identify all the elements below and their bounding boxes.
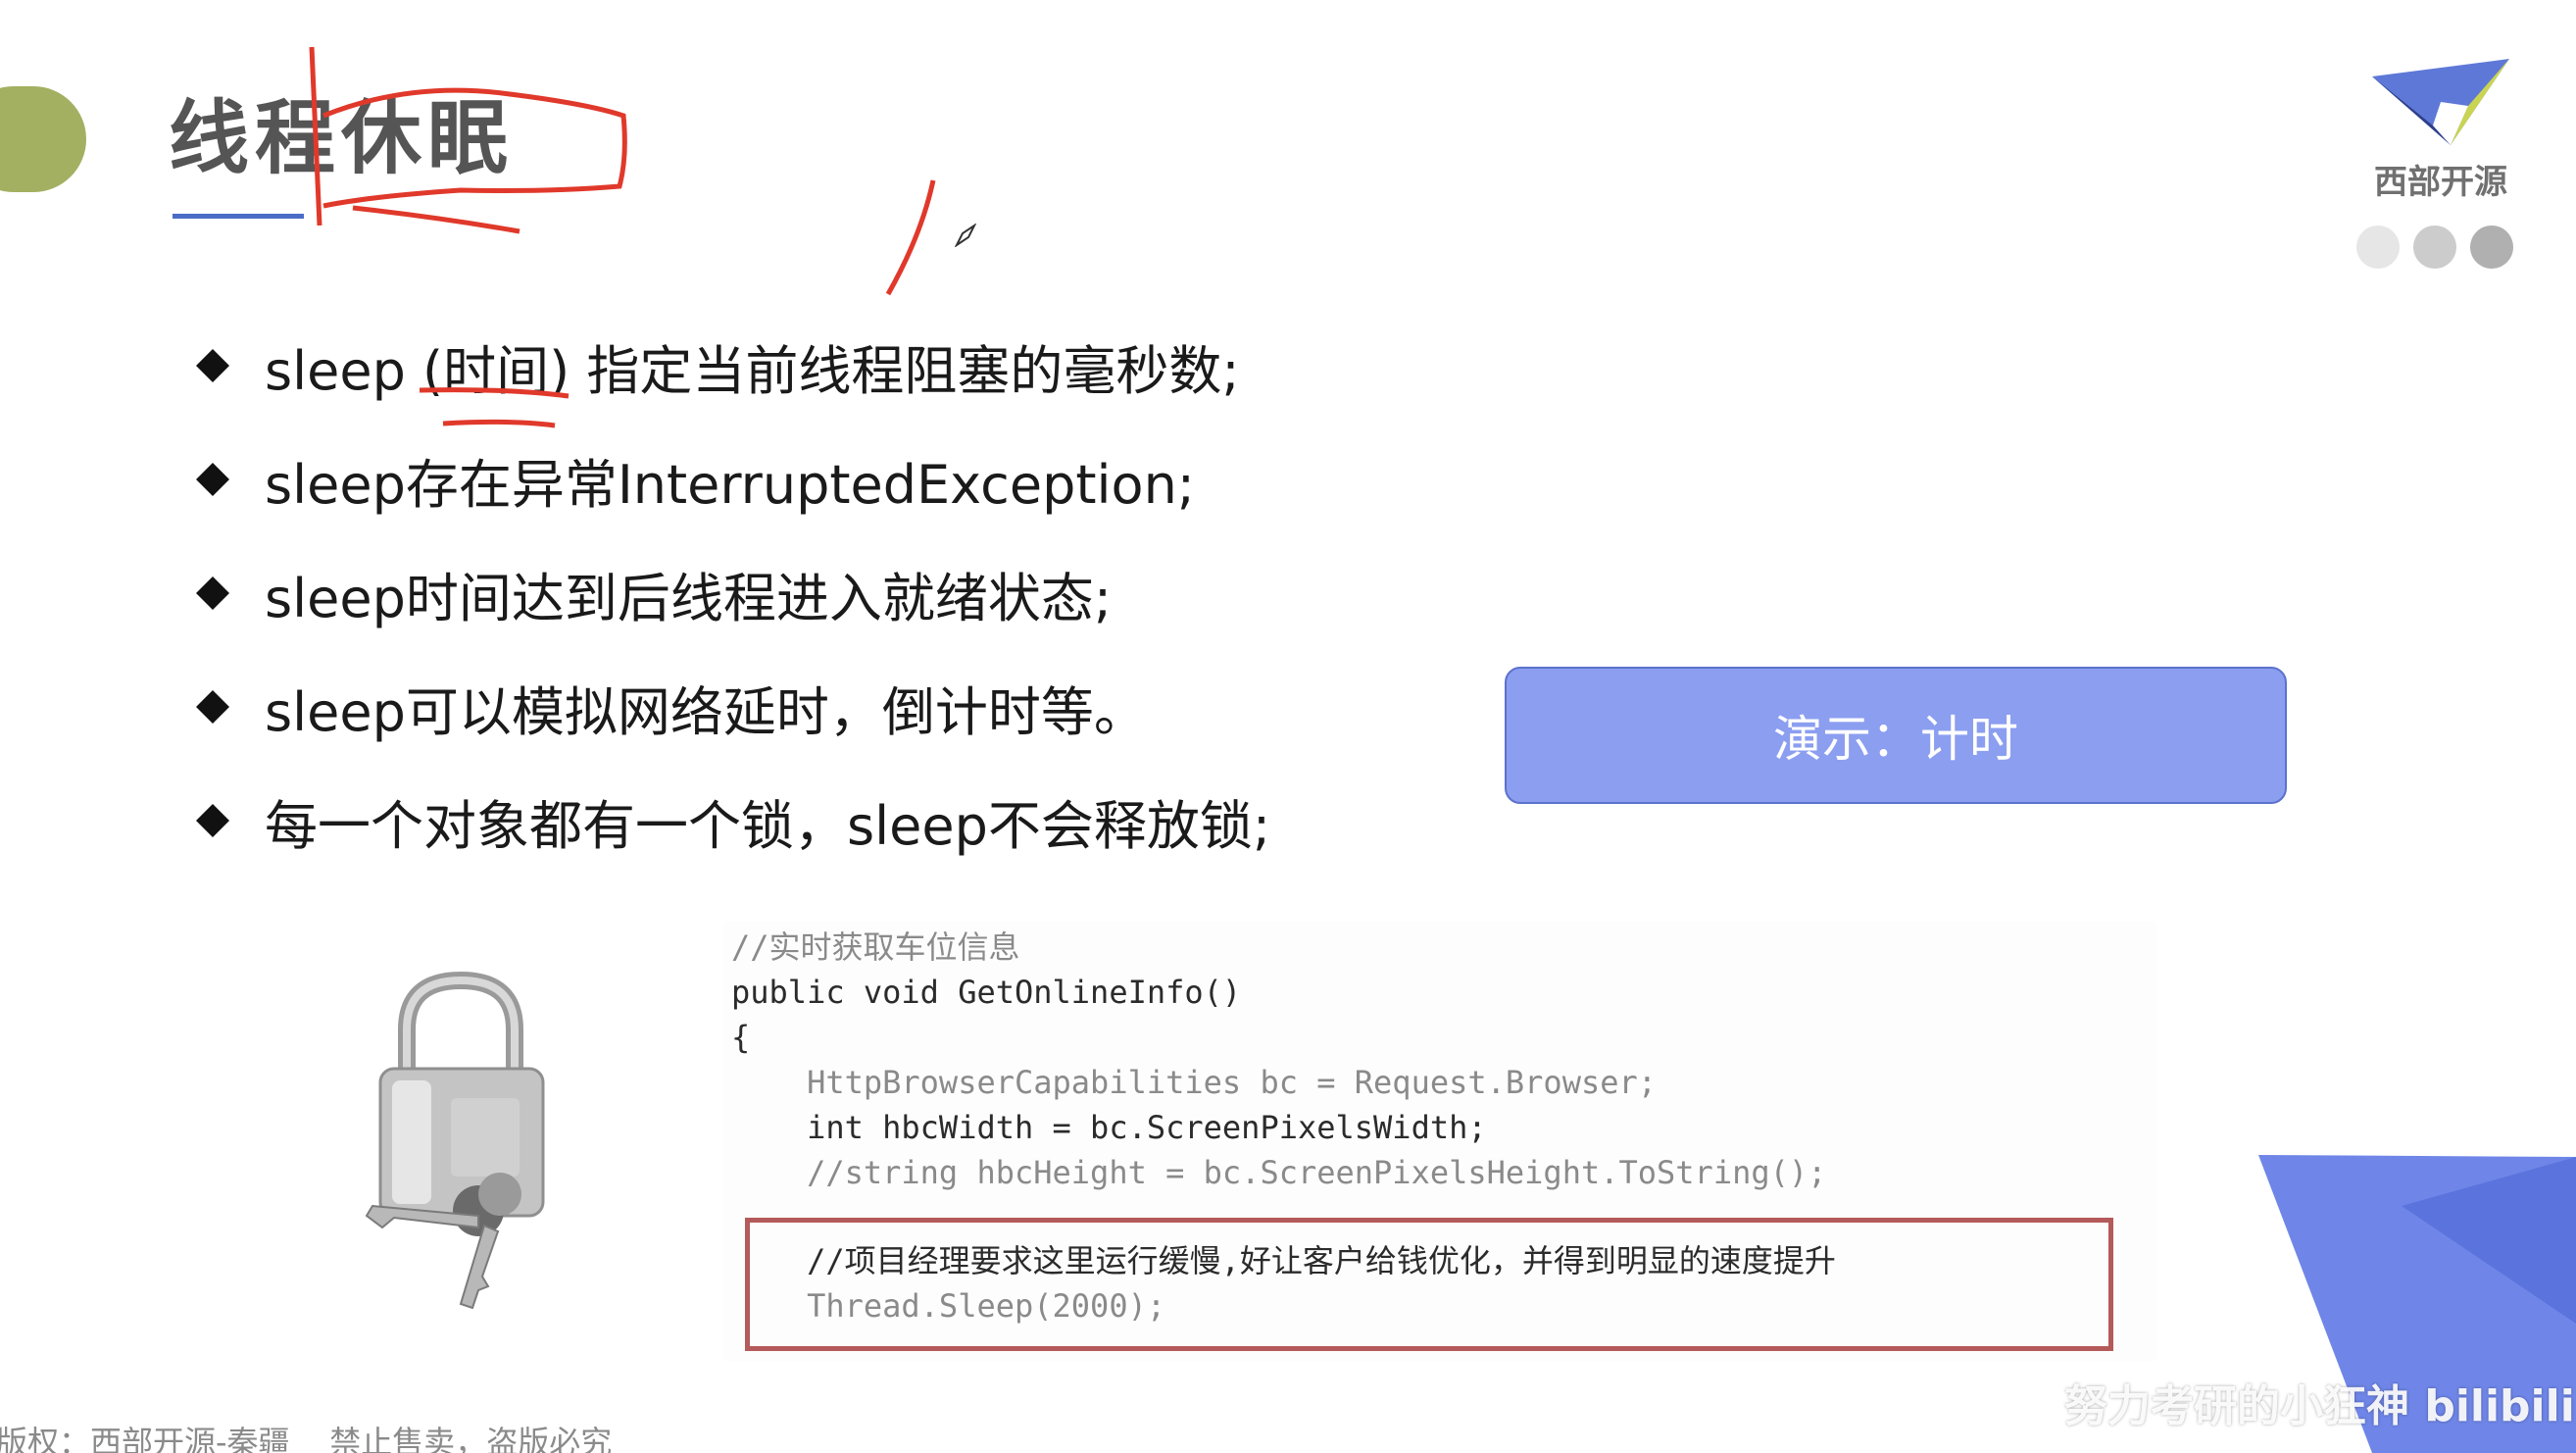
- footer-copyright: 版权：西部开源-秦疆 禁止售卖，盗版必究: [0, 1424, 613, 1453]
- bullet-item: sleep可以模拟网络延时，倒计时等。: [196, 650, 1270, 764]
- bullet-item: sleep时间达到后线程进入就绪状态;: [196, 536, 1270, 650]
- code-line: int hbcWidth = bc.ScreenPixelsWidth;: [731, 1109, 1487, 1146]
- bullet-text: sleep (时间) 指定当前线程阻塞的毫秒数;: [265, 339, 1240, 402]
- code-highlight-box: [745, 1218, 2113, 1351]
- code-line: public void GetOnlineInfo(): [731, 974, 1242, 1011]
- diamond-icon: [196, 690, 229, 724]
- bilibili-watermark: 努力考研的小狂神 bilibili: [2064, 1381, 2575, 1431]
- bullet-item: 每一个对象都有一个锁，sleep不会释放锁;: [196, 764, 1270, 877]
- slide-dot-3: [2470, 225, 2513, 269]
- bullet-text: sleep时间达到后线程进入就绪状态;: [265, 567, 1113, 629]
- diamond-icon: [196, 804, 229, 837]
- bullet-text: sleep存在异常InterruptedException;: [265, 453, 1195, 516]
- title-accent-tab: [0, 86, 86, 192]
- bullet-text: 每一个对象都有一个锁，sleep不会释放锁;: [265, 794, 1271, 857]
- code-line: //实时获取车位信息: [731, 928, 1020, 966]
- diamond-icon: [196, 463, 229, 496]
- slide-dots: [2356, 225, 2513, 269]
- diamond-icon: [196, 576, 229, 610]
- code-line: Thread.Sleep(2000);: [731, 1287, 1166, 1325]
- slide-dot-1: [2356, 225, 2400, 269]
- bullet-item: sleep存在异常InterruptedException;: [196, 423, 1270, 536]
- code-line: //项目经理要求这里运行缓慢,好让客户给钱优化，并得到明显的速度提升: [731, 1242, 1836, 1279]
- bullet-text: sleep可以模拟网络延时，倒计时等。: [265, 680, 1147, 743]
- demo-button-label: 演示：计时: [1773, 711, 2018, 768]
- slide: 线程休眠 西部开源 sleep (时间) 指定当前线程阻塞的毫秒数; sleep…: [0, 0, 2576, 1453]
- code-line: HttpBrowserCapabilities bc = Request.Bro…: [731, 1064, 1658, 1101]
- slide-dot-2: [2413, 225, 2456, 269]
- diamond-icon: [196, 349, 229, 382]
- code-line: //string hbcHeight = bc.ScreenPixelsHeig…: [731, 1154, 1827, 1191]
- padlock-icon: [365, 971, 545, 1310]
- code-line: {: [731, 1019, 751, 1056]
- slide-title: 线程休眠: [169, 92, 515, 185]
- code-snippet: //实时获取车位信息 public void GetOnlineInfo() {…: [723, 922, 2156, 1361]
- pen-cursor-icon: [955, 224, 977, 247]
- demo-timer-button[interactable]: 演示：计时: [1505, 667, 2287, 804]
- bullet-list: sleep (时间) 指定当前线程阻塞的毫秒数; sleep存在异常Interr…: [196, 309, 1270, 877]
- logo-text: 西部开源: [2374, 163, 2507, 202]
- bullet-item: sleep (时间) 指定当前线程阻塞的毫秒数;: [196, 309, 1270, 423]
- title-underline: [173, 214, 304, 219]
